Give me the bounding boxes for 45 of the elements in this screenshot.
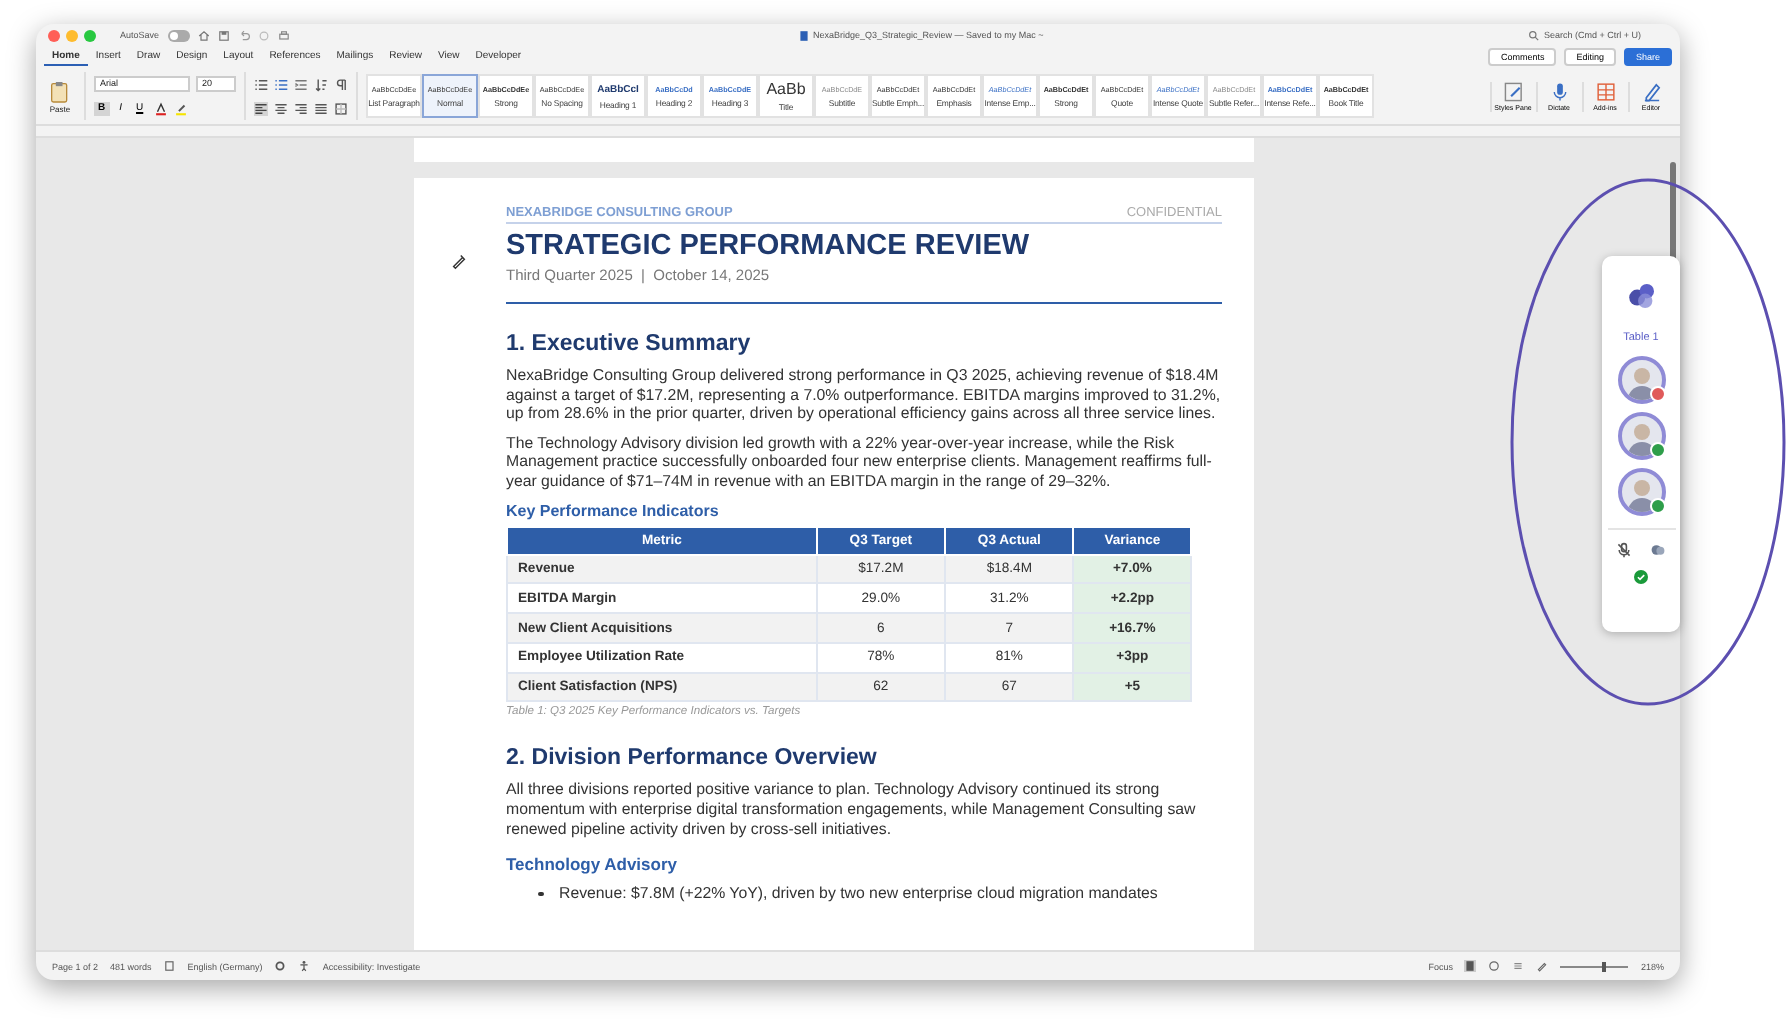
undo-icon[interactable] (237, 29, 250, 41)
zoom-slider-thumb[interactable] (1601, 961, 1606, 971)
align-right-icon[interactable] (294, 101, 308, 115)
circles-logo-icon (1625, 280, 1657, 312)
scrollbar-thumb[interactable] (1670, 162, 1676, 262)
close-button[interactable] (48, 29, 60, 41)
search-icon (1528, 29, 1540, 41)
chat-icon[interactable] (1650, 542, 1666, 558)
sort-icon[interactable] (314, 77, 328, 91)
align-left-icon[interactable] (254, 101, 268, 115)
participant-avatar[interactable] (1617, 412, 1665, 460)
clipboard-icon[interactable] (50, 79, 70, 103)
autosave-toggle[interactable] (167, 29, 190, 41)
subsection-heading: Technology Advisory (506, 854, 679, 875)
numbered-list-icon[interactable] (274, 77, 288, 91)
microphone-off-icon[interactable] (1616, 542, 1632, 558)
outline-icon[interactable] (1512, 960, 1525, 972)
styles-pane-icon (1503, 81, 1523, 101)
draft-icon[interactable] (1536, 960, 1549, 972)
align-center-icon[interactable] (274, 101, 288, 115)
save-icon[interactable] (217, 29, 230, 41)
justify-icon[interactable] (314, 101, 328, 115)
document-title: STRATEGIC PERFORMANCE REVIEW (506, 230, 1032, 262)
grid-icon (1595, 81, 1615, 101)
table-heading: Key Performance Indicators (506, 501, 721, 520)
section-heading: 2. Division Performance Overview (506, 746, 879, 771)
accessibility-icon (298, 960, 311, 972)
bullet-dot (538, 891, 543, 896)
borders-icon[interactable] (334, 101, 348, 115)
indent-icon[interactable] (294, 77, 308, 91)
pen-icon (1641, 81, 1661, 101)
participant-avatar[interactable] (1617, 468, 1665, 516)
microphone-icon (1549, 81, 1569, 101)
pilcrow-icon[interactable] (334, 77, 348, 91)
section-heading: 1. Executive Summary (506, 332, 753, 356)
print-icon[interactable] (277, 29, 290, 41)
bullet-list-icon[interactable] (254, 77, 268, 91)
pen-cursor-icon (450, 252, 468, 270)
document-icon (797, 29, 810, 41)
print-layout-icon[interactable] (1464, 960, 1477, 972)
home-icon[interactable] (197, 29, 210, 41)
participant-avatar[interactable] (1617, 356, 1665, 404)
highlighter-icon[interactable] (173, 101, 188, 116)
font-color-icon[interactable] (153, 101, 168, 116)
proofing-icon[interactable] (163, 960, 176, 972)
